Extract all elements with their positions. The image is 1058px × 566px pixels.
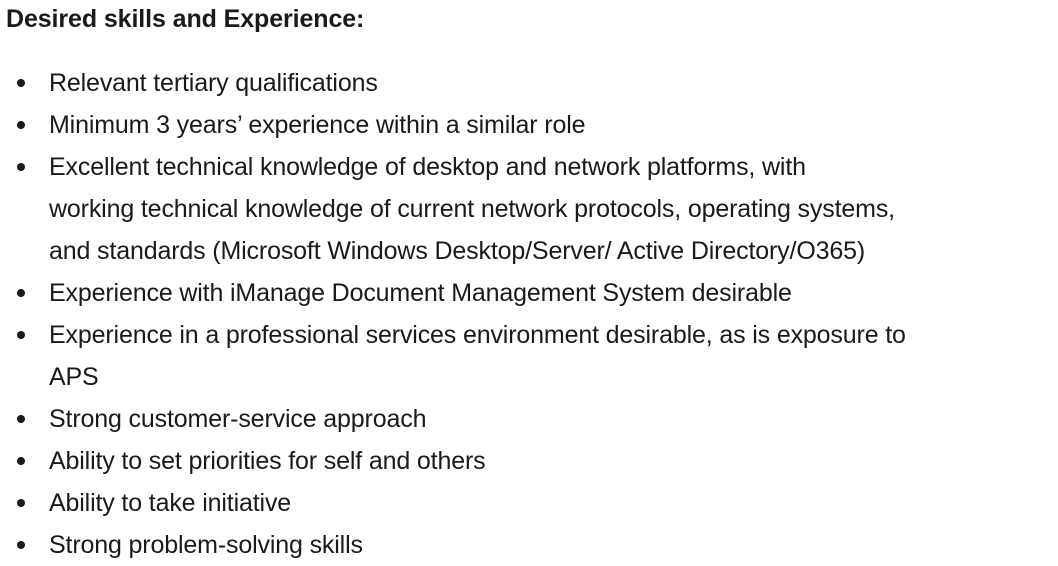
bullet-icon xyxy=(17,331,25,339)
skills-list: Relevant tertiary qualifications Minimum… xyxy=(0,62,1058,566)
bullet-icon xyxy=(17,121,25,129)
bullet-icon xyxy=(17,457,25,465)
list-item-text: Experience with iManage Document Managem… xyxy=(49,279,792,307)
bullet-icon xyxy=(17,163,25,171)
list-item-text: Minimum 3 years’ experience within a sim… xyxy=(49,111,586,139)
list-item-text: working technical knowledge of current n… xyxy=(49,195,895,223)
bullet-icon xyxy=(17,79,25,87)
bullet-icon xyxy=(17,415,25,423)
desired-skills-section: Desired skills and Experience: Relevant … xyxy=(0,0,1058,560)
list-item-text: Strong customer-service approach xyxy=(49,405,427,433)
list-item: Ability to set priorities for self and o… xyxy=(0,440,1058,482)
list-item: Excellent technical knowledge of desktop… xyxy=(0,146,1058,272)
list-item: Strong customer-service approach xyxy=(0,398,1058,440)
bullet-icon xyxy=(17,499,25,507)
list-item: Ability to take initiative xyxy=(0,482,1058,524)
list-item-text: APS xyxy=(49,363,99,391)
list-item: Minimum 3 years’ experience within a sim… xyxy=(0,104,1058,146)
list-item: Relevant tertiary qualifications xyxy=(0,62,1058,104)
list-item-text: Experience in a professional services en… xyxy=(49,321,906,349)
bullet-icon xyxy=(17,541,25,549)
list-item-text: and standards (Microsoft Windows Desktop… xyxy=(49,237,866,265)
list-item-text: Excellent technical knowledge of desktop… xyxy=(49,153,806,181)
bullet-icon xyxy=(17,289,25,297)
list-item: Experience in a professional services en… xyxy=(0,314,1058,398)
section-heading: Desired skills and Experience: xyxy=(6,5,365,33)
list-item-text: Ability to take initiative xyxy=(49,489,292,517)
list-item: Experience with iManage Document Managem… xyxy=(0,272,1058,314)
list-item-text: Relevant tertiary qualifications xyxy=(49,69,378,97)
list-item-text: Ability to set priorities for self and o… xyxy=(49,447,486,475)
